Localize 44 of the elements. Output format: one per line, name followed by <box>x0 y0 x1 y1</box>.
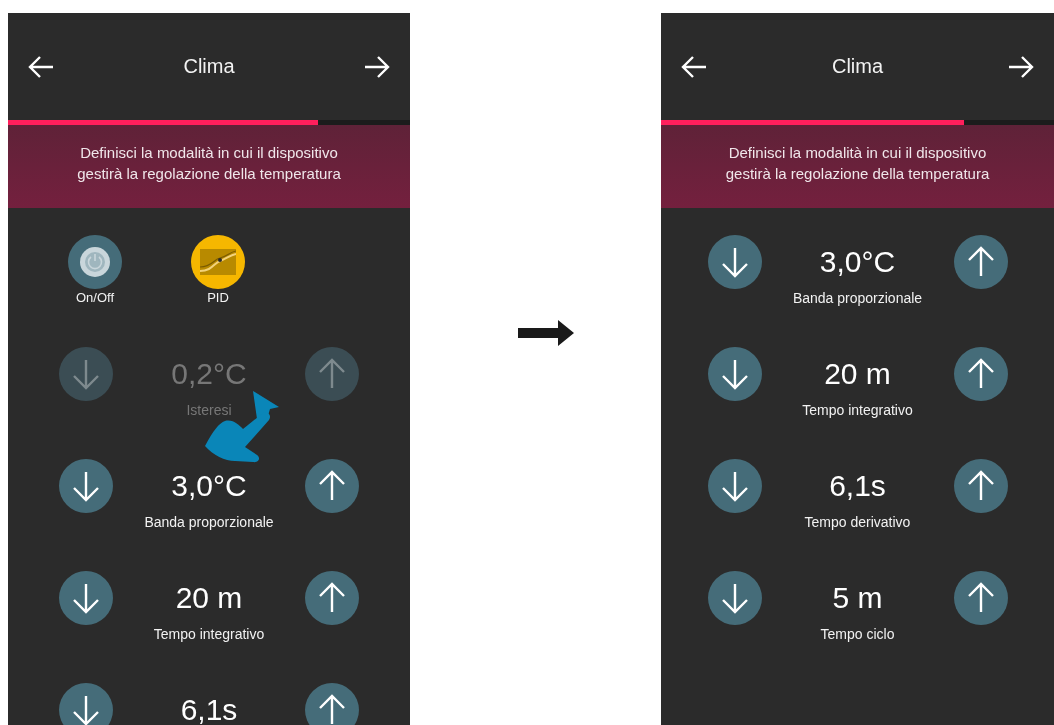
parameter-label: Banda proporzionale <box>143 513 275 531</box>
banner-text: Definisci la modalità in cui il dispositivo gestirà la regolazione della temperatura <box>725 142 990 184</box>
power-mode-button[interactable] <box>68 235 122 289</box>
increase-button[interactable] <box>953 571 1008 625</box>
forward-arrow-icon[interactable] <box>1007 54 1035 79</box>
decrease-button[interactable] <box>59 571 113 625</box>
decrease-button[interactable] <box>707 459 762 513</box>
decrease-button[interactable] <box>707 235 762 289</box>
parameter-value: 0,2°C <box>170 357 248 391</box>
screen-title: Clima <box>183 55 235 78</box>
parameter-value: 3,0°C <box>818 245 897 279</box>
curve-chart-icon <box>200 249 236 275</box>
parameter-label: Tempo ciclo <box>819 625 896 643</box>
back-arrow-icon[interactable] <box>27 54 55 79</box>
parameter-label: Tempo derivativo <box>803 513 912 531</box>
pid-mode-button[interactable] <box>191 235 245 289</box>
parameter-value: 5 m <box>831 581 884 615</box>
increase-button[interactable] <box>305 571 359 625</box>
banner-text: Definisci la modalità in cui il dispositivo gestirà la regolazione della temperatura <box>77 142 341 184</box>
increase-button[interactable] <box>953 459 1008 513</box>
increase-button[interactable] <box>953 235 1008 289</box>
parameter-label: Tempo integrativo <box>152 625 266 643</box>
parameter-label: Banda proporzionale <box>791 289 924 307</box>
increase-button[interactable] <box>305 459 359 513</box>
increase-button[interactable] <box>305 683 359 725</box>
parameter-label: Isteresi <box>185 401 233 419</box>
decrease-button[interactable] <box>59 459 113 513</box>
parameter-value: 20 m <box>174 581 244 615</box>
screen-title: Clima <box>831 55 884 78</box>
mode-label: PID <box>207 289 229 307</box>
decrease-button[interactable] <box>59 683 113 725</box>
increase-button[interactable] <box>953 347 1008 401</box>
forward-arrow-icon[interactable] <box>363 54 391 79</box>
decrease-button[interactable] <box>707 571 762 625</box>
right-arrow-icon <box>517 320 574 346</box>
parameter-value: 3,0°C <box>170 469 248 503</box>
back-arrow-icon[interactable] <box>680 54 708 79</box>
decrease-button[interactable] <box>707 347 762 401</box>
parameter-label: Tempo integrativo <box>801 401 914 419</box>
parameter-value: 6,1s <box>828 469 887 503</box>
mode-label: On/Off <box>75 289 115 307</box>
parameter-value: 6,1s <box>179 693 239 725</box>
power-icon <box>78 245 112 279</box>
parameter-value: 20 m <box>823 357 892 391</box>
